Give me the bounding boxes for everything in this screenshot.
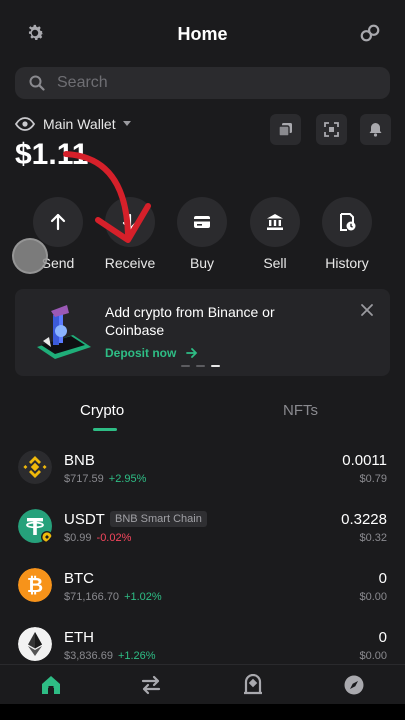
scan-icon <box>324 122 339 137</box>
deposit-now-label: Deposit now <box>105 346 177 360</box>
copy-icon <box>278 123 292 137</box>
tab-active-indicator <box>93 428 117 431</box>
asset-price: $3,836.69 <box>64 650 113 662</box>
asset-change: +1.26% <box>117 650 156 662</box>
tab-nfts[interactable]: NFTs <box>283 402 318 419</box>
carousel-dot-active <box>211 365 220 367</box>
top-bar: Home <box>0 0 405 66</box>
asset-row-usdt[interactable]: USDT BNB Smart Chain $0.99 -0.02% 0.3228 … <box>0 509 405 567</box>
page-title: Home <box>177 24 228 44</box>
asset-price-line: $71,166.70 +1.02% <box>64 591 162 603</box>
swap-icon[interactable] <box>140 674 162 696</box>
walletconnect-icon[interactable] <box>359 22 381 44</box>
asset-change: +2.95% <box>108 473 147 485</box>
search-icon <box>29 75 45 91</box>
asset-row-btc[interactable]: ₿ BTC $71,166.70 +1.02% 0 $0.00 <box>0 568 405 626</box>
arrow-right-icon <box>185 348 197 358</box>
card-icon <box>194 216 210 228</box>
asset-value: $0.79 <box>359 473 387 485</box>
carousel-dot <box>196 365 205 367</box>
tab-crypto[interactable]: Crypto <box>80 402 124 419</box>
buy-button[interactable]: Buy <box>177 197 227 271</box>
search-placeholder: Search <box>57 74 108 91</box>
eth-logo-icon <box>18 627 52 661</box>
bnb-logo-icon <box>18 450 52 484</box>
asset-value: $0.00 <box>359 591 387 603</box>
touch-indicator <box>12 238 48 274</box>
asset-price-line: $3,836.69 +1.26% <box>64 650 156 662</box>
bank-icon <box>267 214 283 230</box>
home-screen: Home Search Main Wallet $1.11 Send Recei… <box>0 0 405 720</box>
promo-banner[interactable]: Add crypto from Binance or Coinbase Depo… <box>15 289 390 376</box>
svg-text:₿: ₿ <box>27 573 43 597</box>
sell-button[interactable]: Sell <box>250 197 300 271</box>
scan-button[interactable] <box>316 114 347 145</box>
history-circle <box>322 197 372 247</box>
asset-price: $0.99 <box>64 532 92 544</box>
system-bar <box>0 704 405 720</box>
asset-price-line: $0.99 -0.02% <box>64 532 131 544</box>
chevron-down-icon <box>122 121 131 126</box>
search-input[interactable]: Search <box>15 67 390 99</box>
buy-circle <box>177 197 227 247</box>
eye-icon[interactable] <box>15 117 35 131</box>
bottom-nav <box>0 664 405 704</box>
notifications-button[interactable] <box>360 114 391 145</box>
history-icon <box>340 213 356 231</box>
bell-icon <box>369 123 382 137</box>
asset-value: $0.00 <box>359 650 387 662</box>
sell-circle <box>250 197 300 247</box>
earn-icon[interactable] <box>242 673 264 696</box>
asset-price: $71,166.70 <box>64 591 120 603</box>
copy-address-button[interactable] <box>270 114 301 145</box>
asset-symbol: ETH <box>64 629 94 646</box>
asset-change: -0.02% <box>96 532 132 544</box>
usdt-logo-icon <box>18 509 53 543</box>
asset-amount: 0.0011 <box>342 452 387 469</box>
history-button[interactable]: History <box>322 197 372 271</box>
wallet-name: Main Wallet <box>43 116 116 132</box>
wallet-selector[interactable]: Main Wallet <box>15 113 132 135</box>
banner-text: Add crypto from Binance or Coinbase <box>105 304 275 338</box>
asset-symbol: USDT <box>64 511 105 528</box>
compass-icon[interactable] <box>343 674 365 696</box>
phone-illustration <box>37 305 91 359</box>
asset-price: $717.59 <box>64 473 104 485</box>
asset-row-bnb[interactable]: BNB $717.59 +2.95% 0.0011 $0.79 <box>0 450 405 508</box>
deposit-now-link[interactable]: Deposit now <box>105 346 198 360</box>
annotation-arrow <box>63 151 151 243</box>
home-icon[interactable] <box>40 674 62 696</box>
asset-amount: 0 <box>378 570 387 587</box>
carousel-dot <box>181 365 190 367</box>
asset-change: +1.02% <box>124 591 162 603</box>
carousel-dots <box>181 365 220 367</box>
asset-amount: 0.3228 <box>341 511 387 528</box>
chain-badge: BNB Smart Chain <box>110 511 207 527</box>
close-icon[interactable] <box>360 303 374 317</box>
btc-logo-icon: ₿ <box>18 568 52 602</box>
asset-price-line: $717.59 +2.95% <box>64 473 146 485</box>
history-label: History <box>325 255 369 271</box>
asset-amount: 0 <box>378 629 387 646</box>
asset-symbol: BNB <box>64 452 95 469</box>
asset-value: $0.32 <box>359 532 387 544</box>
asset-symbol: BTC <box>64 570 94 587</box>
